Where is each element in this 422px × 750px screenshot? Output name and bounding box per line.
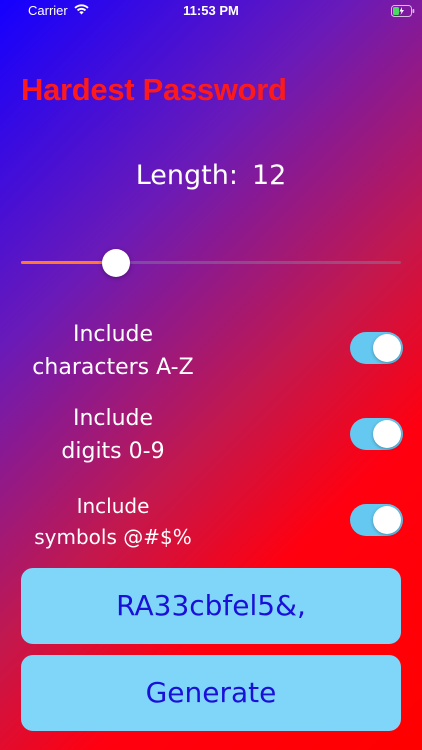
status-bar: Carrier 11:53 PM bbox=[0, 0, 422, 22]
option-characters-line2: characters A-Z bbox=[32, 355, 194, 380]
generate-button[interactable]: Generate bbox=[21, 655, 401, 731]
length-label: Length: bbox=[135, 160, 238, 191]
toggle-knob bbox=[373, 506, 401, 534]
app-title: Hardest Password bbox=[21, 72, 287, 107]
length-row: Length: 12 bbox=[0, 160, 422, 191]
characters-toggle[interactable] bbox=[350, 332, 403, 364]
slider-thumb[interactable] bbox=[102, 249, 130, 277]
battery-charging-icon bbox=[391, 5, 415, 21]
status-time: 11:53 PM bbox=[183, 3, 239, 18]
password-output[interactable]: RA33cbfel5&, bbox=[21, 568, 401, 644]
length-value: 12 bbox=[251, 160, 287, 191]
option-symbols-line2: symbols @#$% bbox=[34, 525, 192, 549]
option-digits-line1: Include bbox=[72, 406, 154, 431]
option-symbols-label: Include symbols @#$% bbox=[18, 491, 208, 553]
option-digits-label: Include digits 0-9 bbox=[18, 402, 208, 468]
option-symbols-line1: Include bbox=[76, 494, 150, 518]
option-characters-label: Include characters A-Z bbox=[18, 318, 208, 384]
option-characters-line1: Include bbox=[72, 322, 154, 347]
symbols-toggle[interactable] bbox=[350, 504, 403, 536]
digits-toggle[interactable] bbox=[350, 418, 403, 450]
toggle-knob bbox=[373, 420, 401, 448]
option-digits-line2: digits 0-9 bbox=[61, 439, 165, 464]
toggle-knob bbox=[373, 334, 401, 362]
length-slider[interactable] bbox=[21, 249, 401, 277]
